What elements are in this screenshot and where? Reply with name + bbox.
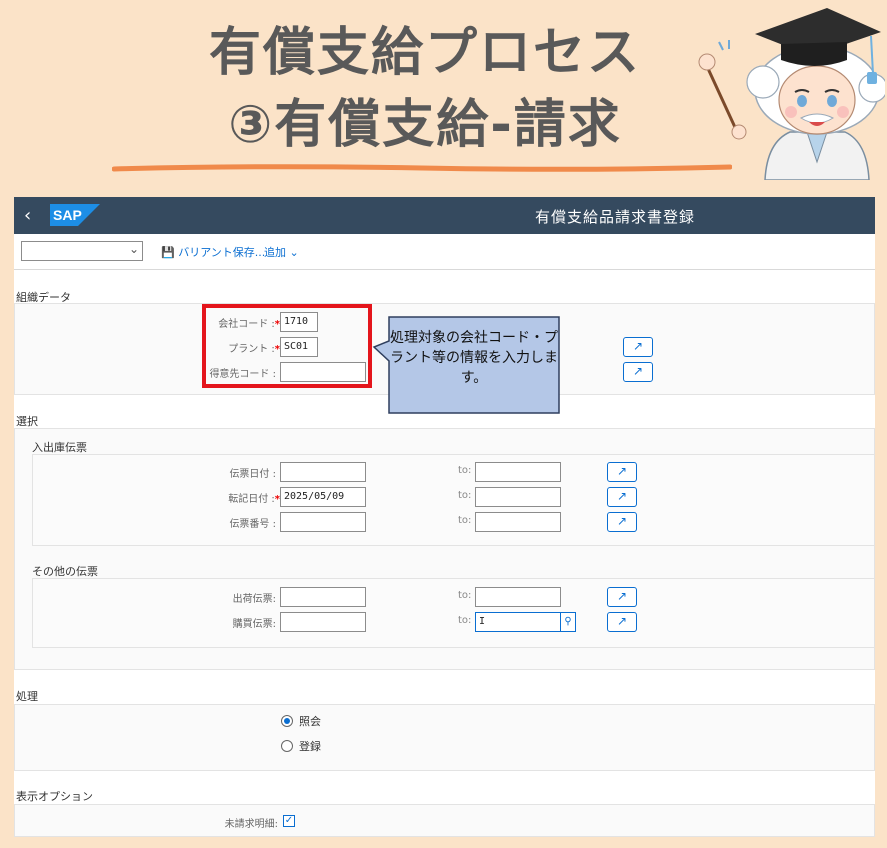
radio-register[interactable] [281,740,293,752]
posting-date-input[interactable]: 2025/05/09 [280,487,366,507]
delivery-input[interactable] [280,587,366,607]
other-group-title: その他の伝票 [32,565,98,578]
multiple-selection-purchase-icon[interactable]: ↗ [607,612,637,632]
shell-bar: ‹ SAP 有償支給品請求書登録 [14,197,875,234]
variant-select[interactable]: ⌄ [21,241,143,261]
highlight-box [202,304,372,388]
save-variant-label: バリアント保存... [178,246,266,259]
value-help-search-icon[interactable]: ⚲ [560,612,576,632]
professor-mascot-illustration [698,8,885,180]
app-title: 有償支給品請求書登録 [534,208,695,226]
unbilled-items-checkbox[interactable]: ✓ [283,815,295,827]
doc-number-input[interactable] [280,512,366,532]
brush-stroke-decoration [112,164,732,172]
multiple-selection-doc-date-icon[interactable]: ↗ [607,462,637,482]
back-chevron-icon[interactable]: ‹ [24,205,31,226]
banner-title-line1: 有償支給プロセス [208,23,641,83]
purchase-input[interactable] [280,612,366,632]
sap-window: ‹ SAP 有償支給品請求書登録 ⌄ 💾 バリアント保存... 追加 ⌄ 組織デ… [14,197,875,837]
to-label: to: [458,615,472,626]
section-processing: 処理 [16,690,38,703]
section-selection: 選択 [16,415,38,428]
radio-display-label: 照会 [299,715,321,728]
doc-date-label: 伝票日付 : [229,469,276,480]
other-docs-group [32,578,875,648]
svg-text:SAP: SAP [53,207,82,223]
callout-text: 処理対象の会社コード・プラント等の情報を入力します。 [390,330,558,386]
delivery-to-input[interactable] [475,587,561,607]
multiple-selection-plant-icon[interactable]: ↗ [623,337,653,357]
display-options-group [14,804,875,837]
to-label: to: [458,465,472,476]
multiple-selection-posting-date-icon[interactable]: ↗ [607,487,637,507]
save-variant-button[interactable]: 💾 バリアント保存... [161,244,265,260]
purchase-label: 購買伝票: [232,619,276,630]
to-label: to: [458,590,472,601]
posting-date-to-input[interactable] [475,487,561,507]
purchase-to-input[interactable]: I [475,612,561,632]
radio-display[interactable] [281,715,293,727]
chevron-down-icon: ⌄ [289,246,299,259]
doc-date-to-input[interactable] [475,462,561,482]
doc-number-label: 伝票番号 : [229,519,276,530]
toolbar: ⌄ 💾 バリアント保存... 追加 ⌄ [14,234,875,270]
save-icon: 💾 [161,246,175,259]
banner-title-line2: ③有償支給-請求 [228,95,622,155]
to-label: to: [458,490,472,501]
inout-group-title: 入出庫伝票 [32,441,87,454]
unbilled-items-label: 未請求明細: [224,819,278,830]
doc-number-to-input[interactable] [475,512,561,532]
multiple-selection-doc-number-icon[interactable]: ↗ [607,512,637,532]
doc-date-input[interactable] [280,462,366,482]
add-label: 追加 [264,246,286,259]
sap-logo[interactable]: SAP [50,204,100,226]
to-label: to: [458,515,472,526]
chevron-down-icon: ⌄ [128,242,139,256]
multiple-selection-customer-icon[interactable]: ↗ [623,362,653,382]
posting-date-label: 転記日付 :* [228,494,280,505]
delivery-label: 出荷伝票: [232,594,276,605]
processing-group [14,704,875,771]
radio-register-label: 登録 [299,740,321,753]
multiple-selection-delivery-icon[interactable]: ↗ [607,587,637,607]
section-display-options: 表示オプション [16,790,93,803]
add-menu-button[interactable]: 追加 ⌄ [264,244,299,260]
